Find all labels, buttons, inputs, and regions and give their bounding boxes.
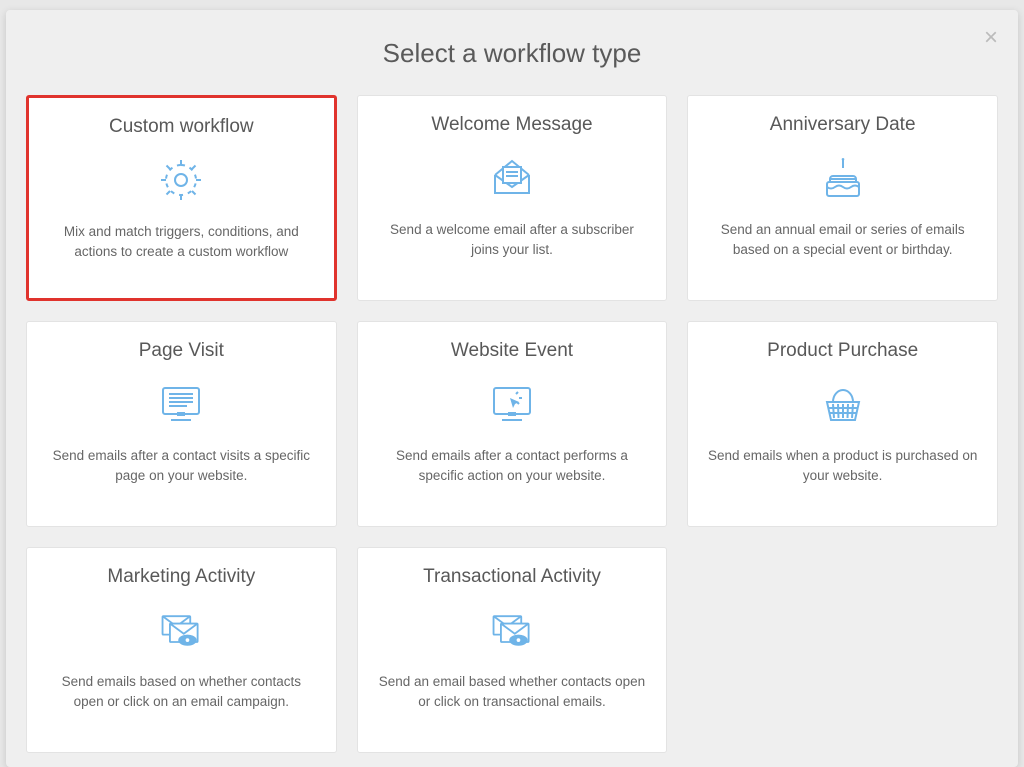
card-description: Send emails after a contact performs a s… xyxy=(376,446,649,485)
workflow-type-modal: × Select a workflow type Custom workflow… xyxy=(6,10,1018,767)
card-marketing-activity[interactable]: Marketing Activity Send emails based on … xyxy=(26,547,337,753)
card-title: Custom workflow xyxy=(109,116,254,138)
card-title: Anniversary Date xyxy=(770,114,916,136)
card-description: Mix and match triggers, conditions, and … xyxy=(47,222,316,261)
close-icon[interactable]: × xyxy=(984,26,998,50)
card-website-event[interactable]: Website Event Send emails after a contac… xyxy=(357,321,668,527)
modal-backdrop: × Select a workflow type Custom workflow… xyxy=(0,0,1024,767)
envelope-open-icon xyxy=(488,154,536,202)
modal-title: Select a workflow type xyxy=(26,38,998,69)
card-product-purchase[interactable]: Product Purchase Send emails when a xyxy=(687,321,998,527)
card-title: Welcome Message xyxy=(431,114,592,136)
card-description: Send emails based on whether contacts op… xyxy=(45,672,318,711)
card-description: Send emails after a contact visits a spe… xyxy=(45,446,318,485)
monitor-page-icon xyxy=(157,380,205,428)
card-title: Page Visit xyxy=(139,340,224,362)
card-description: Send an annual email or series of emails… xyxy=(706,220,979,259)
card-description: Send emails when a product is purchased … xyxy=(706,446,979,485)
shopping-basket-icon xyxy=(819,380,867,428)
card-description: Send an email based whether contacts ope… xyxy=(376,672,649,711)
envelopes-eye-icon xyxy=(157,606,205,654)
monitor-click-icon xyxy=(488,380,536,428)
card-page-visit[interactable]: Page Visit Send emails after a contact v… xyxy=(26,321,337,527)
workflow-type-grid: Custom workflow Mix and match triggers, … xyxy=(26,95,998,753)
card-title: Website Event xyxy=(451,340,573,362)
card-anniversary-date[interactable]: Anniversary Date Send an annual email or… xyxy=(687,95,998,301)
card-custom-workflow[interactable]: Custom workflow Mix and match triggers, … xyxy=(26,95,337,301)
envelopes-eye-icon xyxy=(488,606,536,654)
gear-icon xyxy=(157,156,205,204)
card-transactional-activity[interactable]: Transactional Activity Send an email bas… xyxy=(357,547,668,753)
card-title: Transactional Activity xyxy=(423,566,601,588)
card-title: Product Purchase xyxy=(767,340,918,362)
card-welcome-message[interactable]: Welcome Message Send a welcome email aft… xyxy=(357,95,668,301)
birthday-cake-icon xyxy=(819,154,867,202)
card-description: Send a welcome email after a subscriber … xyxy=(376,220,649,259)
card-title: Marketing Activity xyxy=(107,566,255,588)
